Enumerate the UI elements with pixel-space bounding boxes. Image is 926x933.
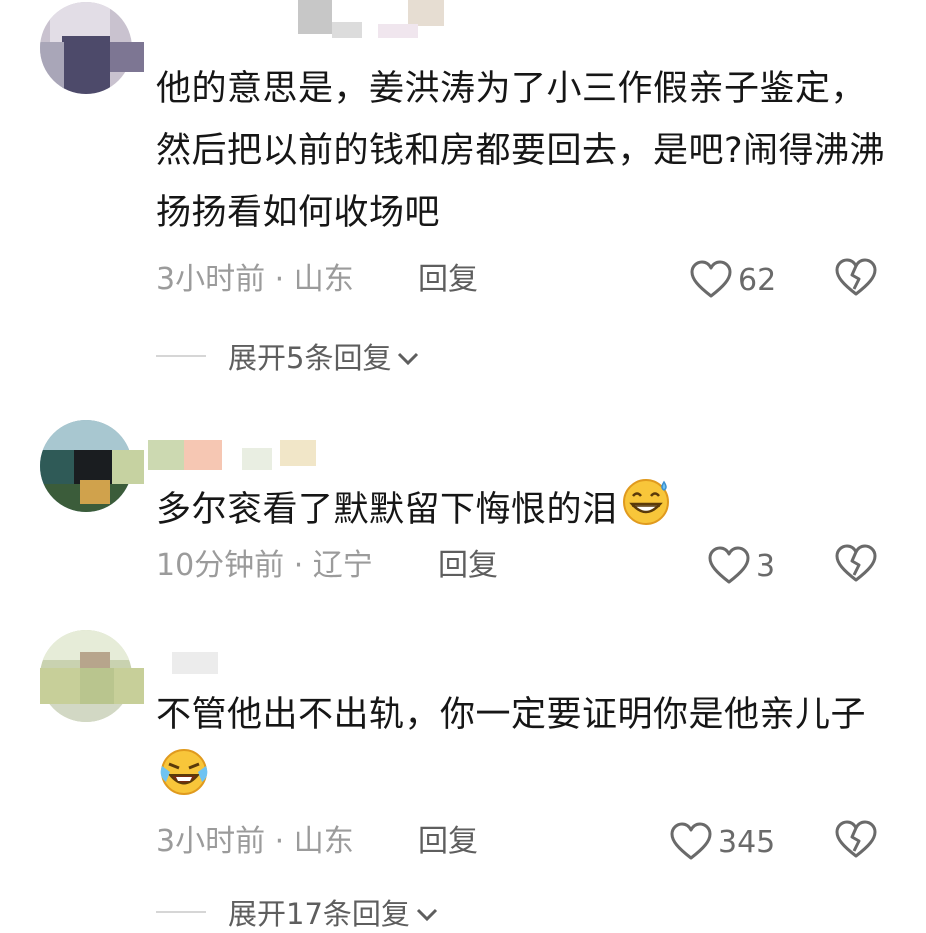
comment-text: 不管他出不出轨，你一定要证明你是他亲儿子 <box>156 684 896 816</box>
expand-replies-label: 展开5条回复 <box>228 341 392 375</box>
sweat-grin-emoji-icon <box>620 476 672 546</box>
dislike-button[interactable] <box>835 258 877 302</box>
comment-text-body: 不管他出不出轨，你一定要证明你是他亲儿子 <box>156 695 867 735</box>
broken-heart-icon <box>835 544 877 588</box>
username-redacted-2 <box>184 440 324 480</box>
heart-icon <box>708 546 750 586</box>
avatar[interactable] <box>40 630 144 722</box>
reply-button[interactable]: 回复 <box>418 260 478 300</box>
chevron-down-icon <box>416 895 438 929</box>
like-count: 3 <box>756 548 776 584</box>
expand-replies-button[interactable]: 展开17条回复 <box>156 892 438 932</box>
heart-icon <box>670 822 712 862</box>
comment-text: 他的意思是，姜洪涛为了小三作假亲子鉴定，然后把以前的钱和房都要回去，是吧?闹得沸… <box>156 69 886 233</box>
like-count: 345 <box>718 824 776 860</box>
avatar[interactable] <box>40 420 144 512</box>
time-location: 10分钟前 · 辽宁 <box>156 548 373 583</box>
broken-heart-icon <box>835 258 877 302</box>
divider <box>156 911 206 913</box>
dislike-button[interactable] <box>835 820 877 864</box>
comment-text: 多尔衮看了默默留下悔恨的泪 <box>156 476 896 546</box>
username-redacted <box>298 0 448 40</box>
dislike-button[interactable] <box>835 544 877 588</box>
rolling-laugh-emoji-icon <box>158 746 210 816</box>
time-location: 3小时前 · 山东 <box>156 262 354 297</box>
like-count: 62 <box>738 262 777 298</box>
time-location: 3小时前 · 山东 <box>156 824 354 859</box>
username-redacted <box>150 646 230 686</box>
chevron-down-icon <box>397 339 419 373</box>
reply-button[interactable]: 回复 <box>418 822 478 862</box>
avatar[interactable] <box>40 2 144 94</box>
heart-icon <box>690 260 732 300</box>
expand-replies-button[interactable]: 展开5条回复 <box>156 336 419 376</box>
divider <box>156 355 206 357</box>
reply-button[interactable]: 回复 <box>438 546 498 586</box>
broken-heart-icon <box>835 820 877 864</box>
like-button[interactable]: 62 <box>690 260 776 300</box>
like-button[interactable]: 3 <box>708 546 775 586</box>
expand-replies-label: 展开17条回复 <box>228 897 410 931</box>
like-button[interactable]: 345 <box>670 822 775 862</box>
comment-text-body: 多尔衮看了默默留下悔恨的泪 <box>156 490 618 530</box>
